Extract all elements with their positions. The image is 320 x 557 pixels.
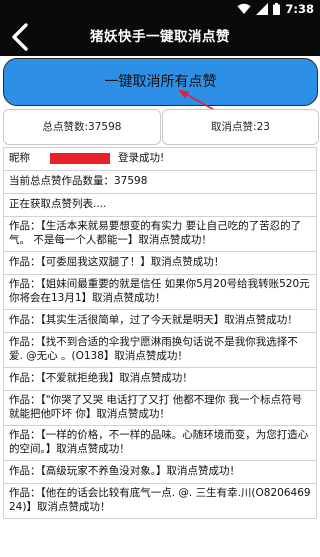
signal-icon bbox=[256, 3, 269, 15]
log-line: 作品：【高级玩家不养鱼没对象。】取消点赞成功！ bbox=[3, 461, 317, 484]
total-likes-stat: 总点赞数:37598 bbox=[3, 109, 161, 145]
log-line: 作品：【生活本来就易要想变的有实力 要让自己吃的了苦忍的了气。 不是每一个人都能… bbox=[3, 217, 317, 252]
log-line: 当前总点赞作品数量：37598 bbox=[3, 171, 317, 194]
log-line: 作品：【其实生活很简单，过了今天就是明天】取消点赞成功！ bbox=[3, 310, 317, 333]
log-line: 正在获取点赞列表.... bbox=[3, 194, 317, 217]
log-line: 作品：【他在的话会比较有底气一点. @. 三生有幸.川(O820646924)】… bbox=[3, 484, 317, 519]
page-title: 猪妖快手一键取消点赞 bbox=[90, 29, 230, 45]
battery-icon bbox=[273, 3, 281, 15]
cancelled-likes-stat: 取消点赞:23 bbox=[162, 109, 319, 145]
log-line: 作品：【找不到合适的伞我宁愿淋雨换句话说不是我你我选择不爱. @无心 。(O13… bbox=[3, 333, 317, 368]
log-line: 作品：【一样的价格，不一样的品味。心随环境而变，为您打造心的空间。】取消点赞成功… bbox=[3, 426, 317, 461]
status-bar: 7:38 bbox=[0, 0, 320, 18]
cancel-all-likes-button[interactable]: 一键取消所有点赞 bbox=[3, 58, 318, 106]
log-line: 作品：【"你哭了又哭 电话打了又打 他都不理你 我一个标点符号就能把他吓坏 你】… bbox=[3, 391, 317, 426]
back-chevron-icon[interactable] bbox=[6, 22, 36, 52]
log-line: 作品：【姐妹间最重要的就是信任 如果你5月20号给我转账520元 你将会在13月… bbox=[3, 275, 317, 310]
title-bar: 猪妖快手一键取消点赞 bbox=[0, 18, 320, 56]
status-time: 7:38 bbox=[285, 2, 314, 16]
redacted-nickname bbox=[50, 152, 110, 164]
nickname-label: 昵称 bbox=[9, 152, 30, 164]
wifi-icon bbox=[237, 3, 251, 14]
login-status: 登录成功! bbox=[118, 152, 165, 164]
log-line: 作品：【不爱就拒绝我】取消点赞成功！ bbox=[3, 368, 317, 391]
log-line: 作品：【可委屈我这双腿了！】取消点赞成功！ bbox=[3, 252, 317, 275]
log-line-login: 昵称 登录成功! bbox=[3, 147, 317, 171]
log-list[interactable]: 昵称 登录成功! 当前总点赞作品数量：37598 正在获取点赞列表.... 作品：… bbox=[0, 147, 320, 557]
